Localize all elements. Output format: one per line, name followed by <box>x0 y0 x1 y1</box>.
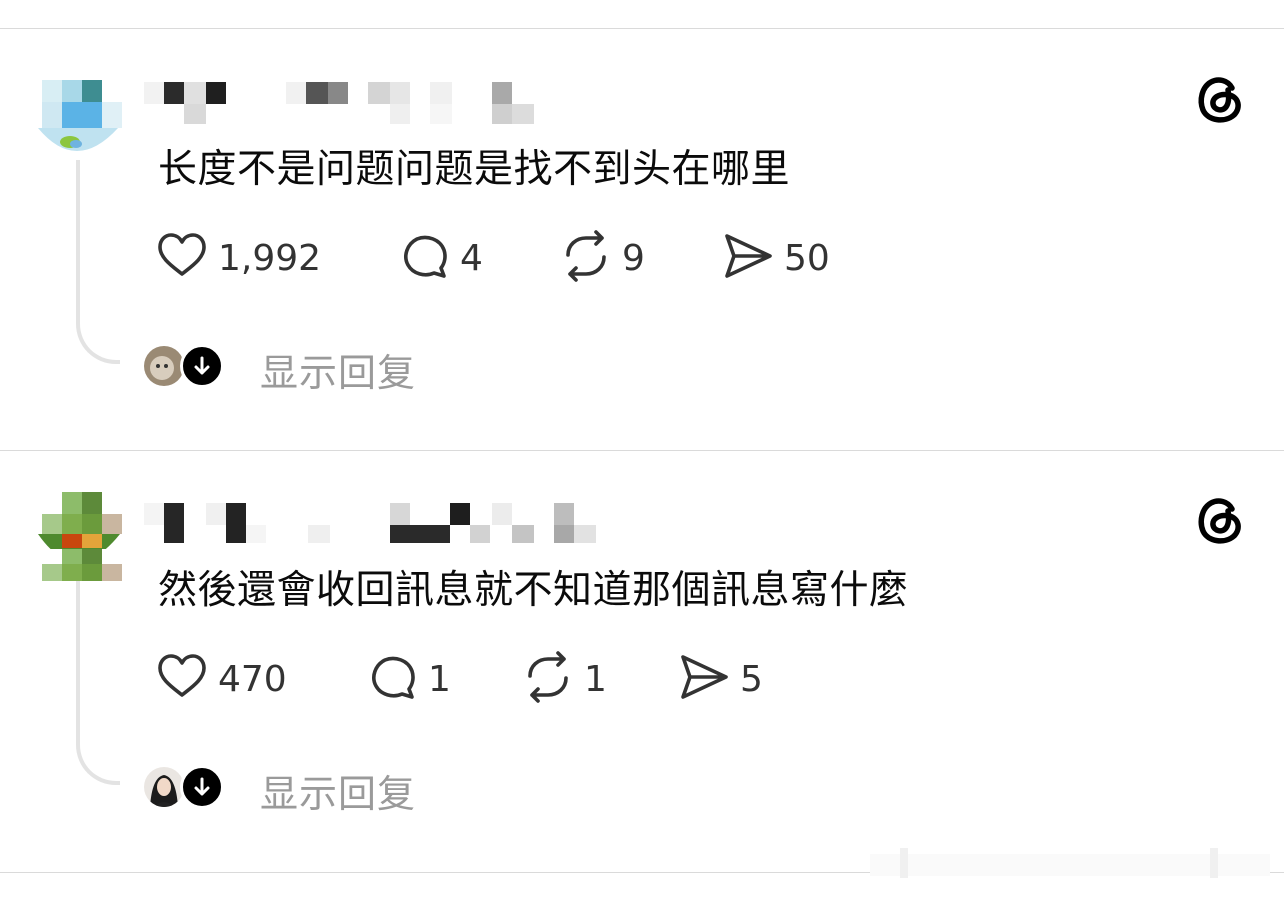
show-replies-row[interactable]: 显示回复 <box>144 344 544 395</box>
threads-logo-icon <box>1192 70 1248 126</box>
repost-button[interactable]: 9 <box>558 230 645 286</box>
watermark <box>870 846 1270 882</box>
share-button[interactable]: 50 <box>720 230 830 286</box>
send-icon <box>676 649 732 709</box>
username-redacted[interactable] <box>144 473 596 543</box>
repost-count: 1 <box>584 658 607 700</box>
heart-icon <box>154 649 210 709</box>
repost-icon <box>520 649 576 709</box>
thread-line <box>76 160 120 364</box>
arrow-down-icon[interactable] <box>180 344 224 388</box>
action-bar: 1,992 4 9 50 <box>154 230 1054 286</box>
repost-icon <box>558 228 614 288</box>
heart-icon <box>154 228 210 288</box>
like-button[interactable]: 1,992 <box>154 230 321 286</box>
reply-avatar <box>144 346 184 386</box>
show-replies-label[interactable]: 显示回复 <box>260 342 416 397</box>
post-text: 然後還會收回訊息就不知道那個訊息寫什麼 <box>158 568 909 613</box>
repost-count: 9 <box>622 237 645 279</box>
avatar-image <box>36 349 122 549</box>
post: 长度不是问题问题是找不到头在哪里 1,992 4 9 50 显示回复 <box>0 0 1284 420</box>
reply-count: 1 <box>428 658 451 700</box>
send-icon <box>720 228 776 288</box>
like-count: 470 <box>218 658 287 700</box>
comment-icon <box>396 228 452 288</box>
show-replies-row[interactable]: 显示回复 <box>144 765 544 816</box>
share-count: 5 <box>740 658 763 700</box>
repost-button[interactable]: 1 <box>520 651 607 707</box>
reply-count: 4 <box>460 237 483 279</box>
threads-logo-icon <box>1192 491 1248 547</box>
share-count: 50 <box>784 237 830 279</box>
like-count: 1,992 <box>218 237 322 279</box>
comment-icon <box>364 649 420 709</box>
avatar[interactable] <box>36 50 122 160</box>
username-redacted[interactable] <box>144 52 544 124</box>
like-button[interactable]: 470 <box>154 651 287 707</box>
post: 然後還會收回訊息就不知道那個訊息寫什麼 470 1 1 5 显示回复 <box>0 421 1284 841</box>
post-text: 长度不是问题问题是找不到头在哪里 <box>158 147 791 192</box>
reply-button[interactable]: 4 <box>396 230 483 286</box>
arrow-down-icon[interactable] <box>180 765 224 809</box>
reply-avatar <box>144 767 184 807</box>
action-bar: 470 1 1 5 <box>154 651 1054 707</box>
reply-button[interactable]: 1 <box>364 651 451 707</box>
thread-line <box>76 581 120 785</box>
show-replies-label[interactable]: 显示回复 <box>260 763 416 818</box>
share-button[interactable]: 5 <box>676 651 763 707</box>
